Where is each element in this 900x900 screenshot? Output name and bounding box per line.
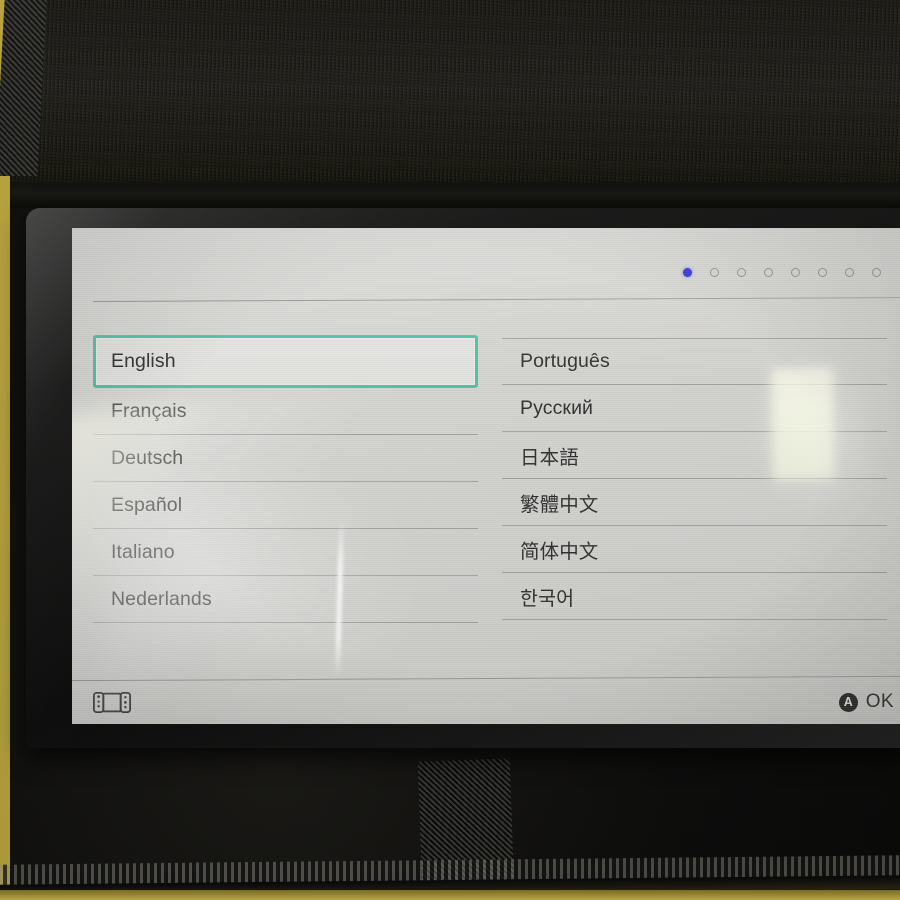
carrying-case-lid-fabric xyxy=(10,0,900,196)
header-divider xyxy=(93,297,900,302)
photograph-of-nintendo-switch: English Français Deutsch Español Italian xyxy=(0,0,900,900)
language-column-right: Português Русский 日本語 繁體中文 简体中文 한국어 xyxy=(502,338,887,668)
language-label: Nederlands xyxy=(111,587,212,610)
page-dot-1-active[interactable] xyxy=(683,268,692,277)
language-option-espanol[interactable]: Español xyxy=(93,482,478,529)
a-button-icon: A xyxy=(838,692,858,712)
language-option-nederlands[interactable]: Nederlands xyxy=(93,576,478,623)
language-option-traditional-chinese[interactable]: 繁體中文 xyxy=(502,479,887,526)
nintendo-switch-console: English Français Deutsch Español Italian xyxy=(26,208,900,748)
page-dot-7[interactable] xyxy=(845,268,854,277)
page-dot-4[interactable] xyxy=(764,268,773,277)
language-label: Deutsch xyxy=(111,446,184,469)
page-indicator-dots xyxy=(683,268,881,277)
language-label: Português xyxy=(520,350,610,372)
footer-bar: A OK xyxy=(92,680,894,724)
language-option-simplified-chinese[interactable]: 简体中文 xyxy=(502,526,887,573)
language-label: 한국어 xyxy=(520,587,575,610)
table-surface-bottom-edge xyxy=(0,890,900,900)
language-label: 繁體中文 xyxy=(520,493,599,516)
language-option-russian[interactable]: Русский xyxy=(502,385,887,432)
language-option-korean[interactable]: 한국어 xyxy=(502,573,887,620)
language-option-francais[interactable]: Français xyxy=(93,388,478,435)
language-list: English Français Deutsch Español Italian xyxy=(93,335,887,668)
confirm-action[interactable]: A OK xyxy=(838,691,894,713)
language-option-japanese[interactable]: 日本語 xyxy=(502,432,887,479)
language-option-english[interactable]: English xyxy=(93,335,478,388)
language-label: Français xyxy=(111,399,187,422)
switch-setup-ui: English Français Deutsch Español Italian xyxy=(72,228,900,724)
language-label: Русский xyxy=(520,396,594,419)
page-dot-3[interactable] xyxy=(737,268,746,277)
page-dot-5[interactable] xyxy=(791,268,800,277)
language-label: Español xyxy=(111,493,183,516)
language-option-italiano[interactable]: Italiano xyxy=(93,529,478,576)
page-dot-6[interactable] xyxy=(818,268,827,277)
language-option-deutsch[interactable]: Deutsch xyxy=(93,435,478,482)
language-label: Italiano xyxy=(111,540,175,563)
language-label: 简体中文 xyxy=(520,540,599,563)
language-label: 日本語 xyxy=(520,446,579,469)
console-screen: English Français Deutsch Español Italian xyxy=(72,228,900,724)
confirm-label: OK xyxy=(865,691,894,712)
language-column-left: English Français Deutsch Español Italian xyxy=(93,335,478,668)
page-dot-2[interactable] xyxy=(710,268,719,277)
language-label: English xyxy=(111,350,176,372)
switch-console-icon xyxy=(92,691,132,713)
page-dot-8[interactable] xyxy=(872,268,881,277)
language-option-portugues[interactable]: Português xyxy=(502,338,887,385)
carrying-case-lid-edge xyxy=(10,182,900,208)
